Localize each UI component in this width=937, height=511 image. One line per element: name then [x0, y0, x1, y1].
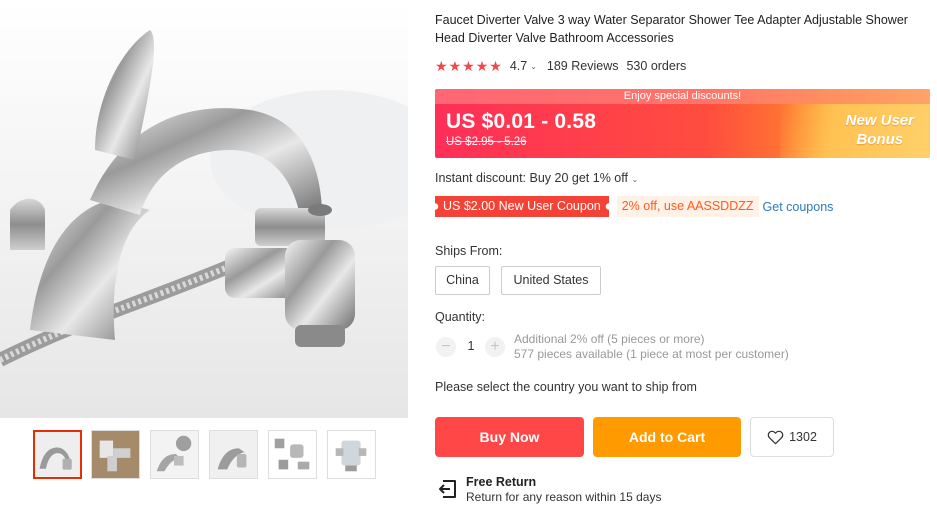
- quantity-decrease-button[interactable]: −: [436, 337, 456, 357]
- wishlist-button[interactable]: 1302: [750, 417, 834, 457]
- quantity-increase-button[interactable]: +: [485, 337, 505, 357]
- bulk-discount-note: Additional 2% off (5 pieces or more): [514, 332, 705, 346]
- faucet-image: [0, 0, 408, 418]
- star-icon: ★: [435, 58, 448, 74]
- free-return-title: Free Return: [466, 475, 537, 489]
- thumbnail-3[interactable]: [150, 430, 199, 479]
- rating-value[interactable]: 4.7: [510, 59, 527, 73]
- quantity-info: Additional 2% off (5 pieces or more) 577…: [514, 332, 789, 362]
- bonus-line-2: Bonus: [856, 131, 904, 148]
- get-coupons-link[interactable]: Get coupons: [763, 200, 834, 214]
- instant-discount-label: Instant discount: Buy 20 get 1% off: [435, 171, 628, 185]
- star-icon: ★: [462, 58, 475, 74]
- reviews-link[interactable]: 189 Reviews: [547, 59, 619, 73]
- new-user-coupon[interactable]: US $2.00 New User Coupon: [435, 196, 609, 217]
- discount-strip: Enjoy special discounts!: [435, 89, 930, 104]
- thumbnail-6[interactable]: [327, 430, 376, 479]
- price-banner: Enjoy special discounts! US $0.01 - 0.58…: [435, 89, 930, 158]
- main-product-image[interactable]: [0, 0, 408, 418]
- instant-discount[interactable]: Instant discount: Buy 20 get 1% off ⌄: [435, 171, 638, 185]
- chevron-down-icon[interactable]: ⌄: [631, 175, 638, 184]
- ships-from-label: Ships From:: [435, 244, 503, 258]
- rating-row: ★ ★ ★ ★ ★ 4.7 ⌄ 189 Reviews 530 orders: [435, 58, 686, 74]
- star-icon: ★: [489, 58, 502, 74]
- thumbnail-2[interactable]: [91, 430, 140, 479]
- product-title: Faucet Diverter Valve 3 way Water Separa…: [435, 13, 908, 45]
- star-icon: ★: [475, 58, 489, 74]
- ship-option-united-states[interactable]: United States: [501, 266, 601, 295]
- thumbnail-4[interactable]: [209, 430, 258, 479]
- thumbnail-5[interactable]: [268, 430, 317, 479]
- ship-country-notice: Please select the country you want to sh…: [435, 380, 697, 394]
- coupon-row: US $2.00 New User Coupon 2% off, use AAS…: [435, 196, 833, 217]
- buy-now-button[interactable]: Buy Now: [435, 417, 584, 457]
- rating-stars: ★ ★ ★ ★ ★: [435, 59, 502, 73]
- ship-option-china[interactable]: China: [435, 266, 490, 295]
- star-icon: ★: [448, 58, 462, 74]
- quantity-label: Quantity:: [435, 310, 486, 324]
- return-icon: [439, 480, 456, 498]
- thumbnail-1[interactable]: [33, 430, 82, 479]
- new-user-bonus-badge: New User Bonus: [846, 111, 914, 149]
- orders-count: 530 orders: [626, 59, 687, 73]
- original-price: US $2.95 - 5.26: [446, 136, 527, 148]
- chevron-down-icon[interactable]: ⌄: [530, 62, 537, 71]
- free-return-description: Return for any reason within 15 days: [466, 490, 662, 504]
- stock-availability: 577 pieces available (1 piece at most pe…: [514, 347, 789, 361]
- add-to-cart-button[interactable]: Add to Cart: [593, 417, 741, 457]
- current-price: US $0.01 - 0.58: [446, 110, 597, 133]
- quantity-value[interactable]: 1: [459, 339, 483, 353]
- bonus-line-1: New User: [845, 112, 914, 129]
- heart-icon: [767, 430, 784, 444]
- wishlist-count: 1302: [789, 430, 817, 444]
- code-coupon[interactable]: 2% off, use AASSDDZZ: [616, 196, 759, 217]
